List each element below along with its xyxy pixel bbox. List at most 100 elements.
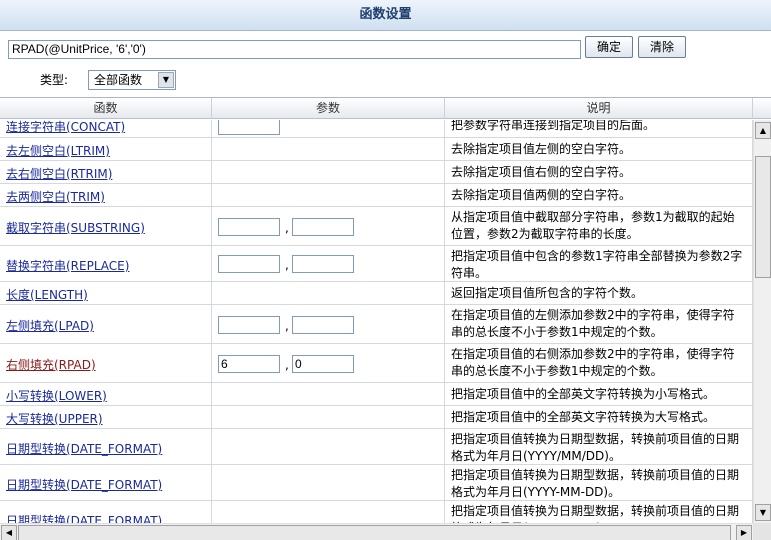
- function-description: 把指定项目值中的全部英文字符转换为大写格式。: [451, 410, 716, 424]
- func-cell: 小写转换(LOWER): [0, 383, 212, 405]
- function-link[interactable]: 去左侧空白(LTRIM): [6, 142, 110, 159]
- param-input-2[interactable]: [292, 255, 354, 273]
- desc-cell: 把指定项目值转换为日期型数据，转换前项目值的日期格式为年月日(YYYY-MM-D…: [445, 465, 753, 500]
- func-cell: 左侧填充(LPAD): [0, 305, 212, 343]
- function-description: 去除指定项目值两侧的空白字符。: [451, 188, 632, 202]
- table-row[interactable]: 右侧填充(RPAD) 6, 0 在指定项目值的右侧添加参数2中的字符串，使得字符串的总…: [0, 344, 753, 383]
- function-link[interactable]: 日期型转换(DATE_FORMAT): [6, 512, 162, 523]
- table-row[interactable]: 左侧填充(LPAD), 在指定项目值的左侧添加参数2中的字符串，使得字符串的总长度…: [0, 305, 753, 344]
- vertical-scroll-thumb[interactable]: [755, 156, 771, 278]
- param-separator: ,: [285, 258, 289, 272]
- param-input-1[interactable]: [218, 316, 280, 334]
- param-input-2[interactable]: [292, 218, 354, 236]
- function-link[interactable]: 左侧填充(LPAD): [6, 317, 94, 334]
- param-input-1[interactable]: [218, 120, 280, 135]
- scroll-corner: [753, 523, 771, 540]
- function-description: 在指定项目值的左侧添加参数2中的字符串，使得字符串的总长度不小于参数1中规定的个…: [451, 308, 735, 339]
- func-cell: 右侧填充(RPAD): [0, 344, 212, 382]
- function-description: 去除指定项目值右侧的空白字符。: [451, 165, 632, 179]
- vertical-scrollbar[interactable]: ▲ ▼: [753, 120, 771, 523]
- function-link[interactable]: 长度(LENGTH): [6, 286, 88, 303]
- func-cell: 连接字符串(CONCAT): [0, 120, 212, 137]
- func-cell: 日期型转换(DATE_FORMAT): [0, 429, 212, 464]
- function-link[interactable]: 连接字符串(CONCAT): [6, 120, 125, 135]
- func-cell: 截取字符串(SUBSTRING): [0, 207, 212, 245]
- param-input-1[interactable]: 6: [218, 355, 280, 373]
- func-cell: 替换字符串(REPLACE): [0, 246, 212, 281]
- desc-cell: 从指定项目值中截取部分字符串，参数1为截取的起始位置，参数2为截取字符串的长度。: [445, 207, 753, 245]
- clear-button[interactable]: 清除: [638, 36, 686, 58]
- param-input-1[interactable]: [218, 255, 280, 273]
- function-description: 从指定项目值中截取部分字符串，参数1为截取的起始位置，参数2为截取字符串的长度。: [451, 210, 735, 241]
- function-description: 在指定项目值的右侧添加参数2中的字符串，使得字符串的总长度不小于参数1中规定的个…: [451, 347, 735, 378]
- expression-input[interactable]: RPAD(@UnitPrice, '6','0'): [8, 40, 581, 59]
- desc-cell: 去除指定项目值两侧的空白字符。: [445, 184, 753, 206]
- param-cell: [212, 429, 445, 464]
- type-select-value: 全部函数: [94, 73, 143, 87]
- function-description: 把指定项目值转换为日期型数据，转换前项目值的日期格式为年月日(YYYYMMDD)…: [451, 504, 740, 523]
- func-cell: 长度(LENGTH): [0, 282, 212, 304]
- param-input-1[interactable]: [218, 218, 280, 236]
- desc-cell: 返回指定项目值所包含的字符个数。: [445, 282, 753, 304]
- triangle-up-icon[interactable]: ▲: [755, 122, 771, 139]
- table-row[interactable]: 小写转换(LOWER) 把指定项目值中的全部英文字符转换为小写格式。: [0, 383, 753, 406]
- desc-cell: 在指定项目值的左侧添加参数2中的字符串，使得字符串的总长度不小于参数1中规定的个…: [445, 305, 753, 343]
- table-row[interactable]: 日期型转换(DATE_FORMAT) 把指定项目值转换为日期型数据，转换前项目值的…: [0, 429, 753, 465]
- desc-cell: 在指定项目值的右侧添加参数2中的字符串，使得字符串的总长度不小于参数1中规定的个…: [445, 344, 753, 382]
- param-cell: ,: [212, 305, 445, 343]
- function-link[interactable]: 日期型转换(DATE_FORMAT): [6, 440, 162, 457]
- param-input-2[interactable]: [292, 316, 354, 334]
- table-row[interactable]: 去两侧空白(TRIM) 去除指定项目值两侧的空白字符。: [0, 184, 753, 207]
- triangle-down-icon[interactable]: ▼: [755, 504, 771, 521]
- param-cell: [212, 465, 445, 500]
- function-description: 把指定项目值转换为日期型数据，转换前项目值的日期格式为年月日(YYYY/MM/D…: [451, 432, 740, 463]
- header-desc: 说明: [445, 98, 753, 119]
- param-cell: ,: [212, 246, 445, 281]
- param-cell: [212, 138, 445, 160]
- table-row[interactable]: 去左侧空白(LTRIM) 去除指定项目值左侧的空白字符。: [0, 138, 753, 161]
- function-link[interactable]: 去右侧空白(RTRIM): [6, 165, 112, 182]
- table-row[interactable]: 日期型转换(DATE_FORMAT) 把指定项目值转换为日期型数据，转换前项目值的…: [0, 501, 753, 523]
- function-link[interactable]: 替换字符串(REPLACE): [6, 257, 129, 274]
- param-cell: [212, 406, 445, 428]
- function-table: 函数 参数 说明 连接字符串(CONCAT) 把参数字符串连接到指定项目的后面。去…: [0, 97, 771, 540]
- triangle-down-icon[interactable]: ▼: [158, 72, 174, 88]
- desc-cell: 把参数字符串连接到指定项目的后面。: [445, 120, 753, 137]
- param-cell: ,: [212, 207, 445, 245]
- function-link[interactable]: 大写转换(UPPER): [6, 410, 103, 427]
- function-description: 把指定项目值中包含的参数1字符串全部替换为参数2字符串。: [451, 249, 743, 280]
- param-cell: 6,0: [212, 344, 445, 382]
- function-link[interactable]: 小写转换(LOWER): [6, 387, 107, 404]
- func-cell: 大写转换(UPPER): [0, 406, 212, 428]
- table-row[interactable]: 日期型转换(DATE_FORMAT) 把指定项目值转换为日期型数据，转换前项目值的…: [0, 465, 753, 501]
- table-row[interactable]: 替换字符串(REPLACE), 把指定项目值中包含的参数1字符串全部替换为参数2字…: [0, 246, 753, 282]
- ok-button[interactable]: 确定: [585, 36, 633, 58]
- function-description: 去除指定项目值左侧的空白字符。: [451, 142, 632, 156]
- horizontal-scroll-thumb[interactable]: [18, 525, 731, 540]
- triangle-left-icon[interactable]: ◀: [1, 525, 17, 540]
- param-cell: [212, 501, 445, 523]
- table-row[interactable]: 长度(LENGTH) 返回指定项目值所包含的字符个数。: [0, 282, 753, 305]
- desc-cell: 把指定项目值转换为日期型数据，转换前项目值的日期格式为年月日(YYYYMMDD)…: [445, 501, 753, 523]
- table-row[interactable]: 大写转换(UPPER) 把指定项目值中的全部英文字符转换为大写格式。: [0, 406, 753, 429]
- param-cell: [212, 282, 445, 304]
- desc-cell: 把指定项目值转换为日期型数据，转换前项目值的日期格式为年月日(YYYY/MM/D…: [445, 429, 753, 464]
- function-link[interactable]: 截取字符串(SUBSTRING): [6, 219, 145, 236]
- horizontal-scrollbar[interactable]: ◀ ▶: [0, 523, 753, 540]
- function-link[interactable]: 去两侧空白(TRIM): [6, 188, 105, 205]
- function-description: 把指定项目值中的全部英文字符转换为小写格式。: [451, 387, 716, 401]
- table-rows: 连接字符串(CONCAT) 把参数字符串连接到指定项目的后面。 去左侧空白(LTRI…: [0, 120, 753, 523]
- desc-cell: 去除指定项目值右侧的空白字符。: [445, 161, 753, 183]
- type-select[interactable]: 全部函数 ▼: [88, 70, 176, 90]
- param-input-2[interactable]: 0: [292, 355, 354, 373]
- desc-cell: 去除指定项目值左侧的空白字符。: [445, 138, 753, 160]
- function-link[interactable]: 日期型转换(DATE_FORMAT): [6, 476, 162, 493]
- desc-cell: 把指定项目值中的全部英文字符转换为大写格式。: [445, 406, 753, 428]
- triangle-right-icon[interactable]: ▶: [736, 525, 752, 540]
- table-row[interactable]: 截取字符串(SUBSTRING), 从指定项目值中截取部分字符串，参数1为截取的起…: [0, 207, 753, 246]
- table-row[interactable]: 连接字符串(CONCAT) 把参数字符串连接到指定项目的后面。: [0, 120, 753, 138]
- table-row[interactable]: 去右侧空白(RTRIM) 去除指定项目值右侧的空白字符。: [0, 161, 753, 184]
- function-description: 返回指定项目值所包含的字符个数。: [451, 286, 644, 300]
- func-cell: 去右侧空白(RTRIM): [0, 161, 212, 183]
- function-link[interactable]: 右侧填充(RPAD): [6, 356, 96, 373]
